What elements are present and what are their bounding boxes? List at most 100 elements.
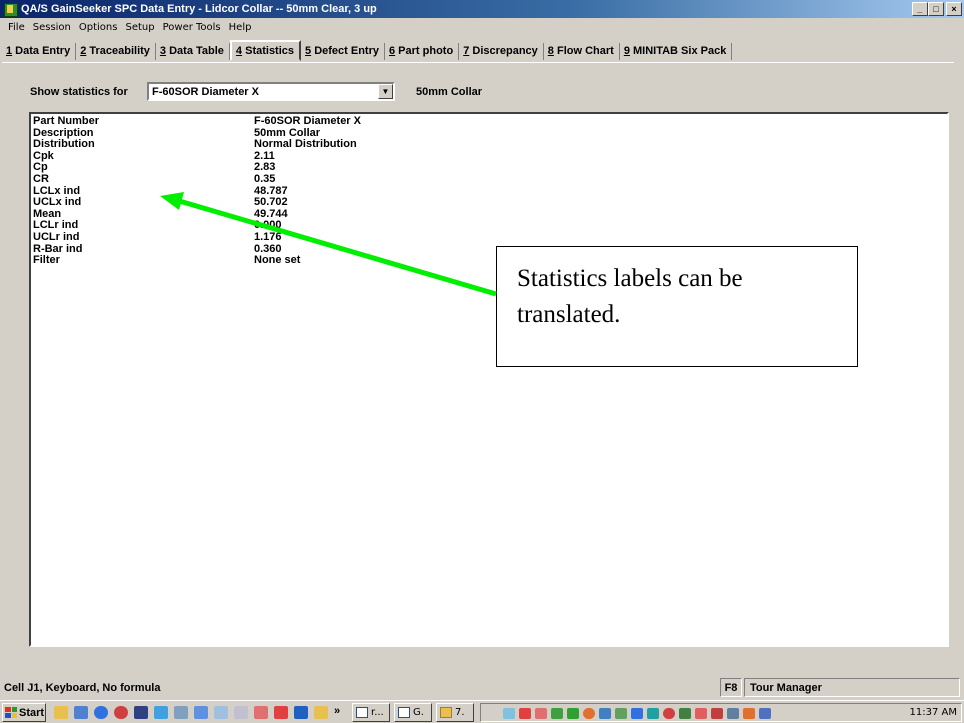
statistic-label: Cpk [33, 149, 54, 162]
part-description: 50mm Collar [416, 86, 483, 98]
app-icon[interactable] [194, 706, 208, 719]
statistic-value: 2.11 [254, 149, 275, 162]
tab-traceability[interactable]: 2 Traceability [76, 43, 156, 60]
status-text: Cell J1, Keyboard, No formula [4, 682, 161, 694]
menu-session[interactable]: Session [29, 22, 75, 33]
tour-manager-button[interactable]: Tour Manager [744, 678, 960, 697]
app-icon [3, 2, 18, 17]
start-label: Start [19, 706, 45, 719]
word-icon[interactable] [294, 706, 308, 719]
tray-icon[interactable] [631, 708, 643, 719]
window-controls: _ □ × [912, 2, 962, 16]
statistic-label: UCLx ind [33, 196, 82, 209]
taskbar: Start » r... G. 7. 11:37 AM [0, 700, 964, 723]
tab-data-entry[interactable]: 1 Data Entry [2, 43, 77, 60]
tray-icon[interactable] [679, 708, 691, 719]
folder-icon [440, 707, 452, 718]
tray-icon[interactable] [599, 708, 611, 719]
tab-data-table[interactable]: 3 Data Table [156, 43, 230, 60]
statistic-label: Distribution [33, 138, 95, 151]
desktop-icon[interactable] [74, 706, 88, 719]
statistic-value: F-60SOR Diameter X [254, 115, 361, 127]
tray-icon[interactable] [503, 708, 515, 719]
close-button[interactable]: × [946, 2, 962, 16]
maximize-button[interactable]: □ [928, 2, 944, 16]
app-icon[interactable] [154, 706, 168, 719]
menu-setup[interactable]: Setup [121, 22, 158, 33]
folder-icon[interactable] [314, 706, 328, 719]
tray-icon[interactable] [663, 708, 675, 719]
task-label: G. [413, 707, 424, 718]
tray-icon[interactable] [727, 708, 739, 719]
app-icon[interactable] [254, 706, 268, 719]
statistic-value: 2.83 [254, 161, 276, 174]
chevron-icon[interactable]: » [334, 705, 340, 717]
tray-icon[interactable] [711, 708, 723, 719]
select-value: F-60SOR Diameter X [152, 85, 259, 98]
statistic-label: Mean [33, 207, 62, 220]
tab-strip: 1 Data Entry 2 Traceability 3 Data Table… [2, 40, 733, 63]
tab-label: MINITAB Six Pack [629, 45, 727, 57]
menu-bar: File Session Options Setup Power Tools H… [0, 19, 255, 35]
statistics-variable-select[interactable]: F-60SOR Diameter X ▼ [147, 82, 395, 101]
tray-icon[interactable] [695, 708, 707, 719]
menu-help[interactable]: Help [225, 22, 256, 33]
tab-discrepancy[interactable]: 7 Discrepancy [459, 43, 544, 60]
tab-label: Discrepancy [469, 45, 538, 57]
windows-logo-icon [5, 707, 17, 718]
task-label: 7. [455, 707, 465, 718]
menu-options[interactable]: Options [75, 22, 122, 33]
tray-icon[interactable] [519, 708, 531, 719]
dropdown-arrow-icon[interactable]: ▼ [378, 84, 393, 99]
task-label: r... [371, 707, 384, 718]
document-icon [398, 707, 410, 718]
statistic-label: Cp [33, 161, 48, 174]
folder-icon[interactable] [54, 706, 68, 719]
tab-statistics[interactable]: 4 Statistics [229, 40, 302, 61]
app-icon[interactable] [134, 706, 148, 719]
statistic-label: Description [33, 126, 94, 139]
browser-icon[interactable] [94, 706, 108, 719]
app-icon[interactable] [274, 706, 288, 719]
statistic-value: 1.176 [254, 231, 282, 243]
tab-minitab-six-pack[interactable]: 9 MINITAB Six Pack [620, 43, 733, 60]
tray-icon[interactable] [583, 708, 595, 719]
statistic-label: CR [33, 173, 49, 185]
show-statistics-label: Show statistics for [30, 86, 128, 98]
status-bar: Cell J1, Keyboard, No formula F8 Tour Ma… [0, 678, 964, 697]
tab-part-photo[interactable]: 6 Part photo [385, 43, 460, 60]
tray-icon[interactable] [551, 708, 563, 719]
search-icon[interactable] [174, 706, 188, 719]
taskbar-button[interactable]: G. [394, 703, 432, 722]
statistic-value: Normal Distribution [254, 138, 357, 151]
callout-box: Statistics labels can be translated. [496, 246, 858, 367]
menu-power-tools[interactable]: Power Tools [159, 22, 225, 33]
tray-icon[interactable] [647, 708, 659, 719]
statistic-label: Filter [33, 254, 60, 267]
statistic-label: Part Number [33, 115, 100, 127]
title-bar: QA/S GainSeeker SPC Data Entry - Lidcor … [0, 0, 964, 18]
taskbar-button[interactable]: r... [352, 703, 390, 722]
statistic-value: 0.360 [254, 242, 282, 255]
tray-icon[interactable] [759, 708, 771, 719]
taskbar-button[interactable]: 7. [436, 703, 474, 722]
app-icon[interactable] [214, 706, 228, 719]
clock: 11:37 AM [909, 707, 957, 718]
app-icon[interactable] [234, 706, 248, 719]
tab-label: Data Entry [12, 45, 71, 57]
statistic-value: None set [254, 254, 301, 267]
tray-icon[interactable] [535, 708, 547, 719]
document-icon [356, 707, 368, 718]
callout-line-2: translated. [517, 301, 621, 328]
tray-icon[interactable] [615, 708, 627, 719]
menu-file[interactable]: File [4, 22, 29, 33]
statistic-label: R-Bar ind [33, 242, 83, 255]
tab-defect-entry[interactable]: 5 Defect Entry [301, 43, 385, 60]
statistic-value: 0.000 [254, 219, 282, 232]
start-button[interactable]: Start [2, 703, 46, 722]
signal-icon[interactable] [567, 708, 579, 719]
tray-icon[interactable] [743, 708, 755, 719]
tab-flow-chart[interactable]: 8 Flow Chart [544, 43, 620, 60]
minimize-button[interactable]: _ [912, 2, 928, 16]
media-icon[interactable] [114, 706, 128, 719]
